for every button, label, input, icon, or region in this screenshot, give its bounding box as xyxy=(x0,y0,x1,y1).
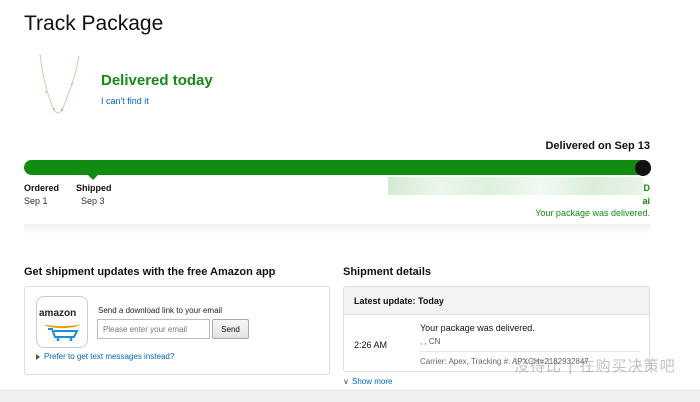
text-messages-link[interactable]: Prefer to get text messages instead? xyxy=(44,352,174,361)
update-divider xyxy=(420,351,640,352)
email-field[interactable] xyxy=(97,319,210,339)
amazon-logo-text: amazon xyxy=(39,308,77,319)
chevron-down-icon: ∨ xyxy=(343,377,349,386)
progress-bar xyxy=(24,160,651,175)
send-button[interactable]: Send xyxy=(212,319,249,339)
watermark: 没得比 | 在购买决策吧 xyxy=(514,357,676,375)
product-thumbnail[interactable] xyxy=(32,52,86,124)
latest-update-label: Latest update: Today xyxy=(354,296,444,306)
shipment-header: Latest update: Today xyxy=(344,287,649,315)
section-divider xyxy=(24,224,651,234)
footer-strip xyxy=(0,390,700,402)
destination-line-2: ai xyxy=(642,196,650,206)
shipment-details-title: Shipment details xyxy=(343,266,432,278)
step-shipped-date: Sep 3 xyxy=(81,196,105,206)
redacted-destination xyxy=(388,177,643,195)
step-ordered-date: Sep 1 xyxy=(24,196,48,206)
app-updates-title: Get shipment updates with the free Amazo… xyxy=(24,266,276,278)
caret-right-icon xyxy=(36,354,40,360)
progress-end-dot xyxy=(635,160,651,176)
cart-icon xyxy=(48,328,79,341)
update-message: Your package was delivered. xyxy=(420,323,535,333)
update-time: 2:26 AM xyxy=(354,340,388,350)
step-ordered-label: Ordered xyxy=(24,183,60,193)
delivery-status-message: Your package was delivered. xyxy=(535,208,650,218)
step-shipped-label: Shipped xyxy=(76,183,112,193)
update-location: , , CN xyxy=(420,337,441,346)
send-link-label: Send a download link to your email xyxy=(98,306,223,315)
destination-line-1: D xyxy=(643,183,651,193)
delivered-on-label: Delivered on Sep 13 xyxy=(545,140,650,152)
page-title: Track Package xyxy=(24,12,164,35)
show-more-link[interactable]: Show more xyxy=(352,377,392,386)
shipped-pointer-icon xyxy=(88,175,98,180)
cant-find-it-link[interactable]: I can't find it xyxy=(101,96,149,106)
delivery-status-heading: Delivered today xyxy=(101,72,213,89)
